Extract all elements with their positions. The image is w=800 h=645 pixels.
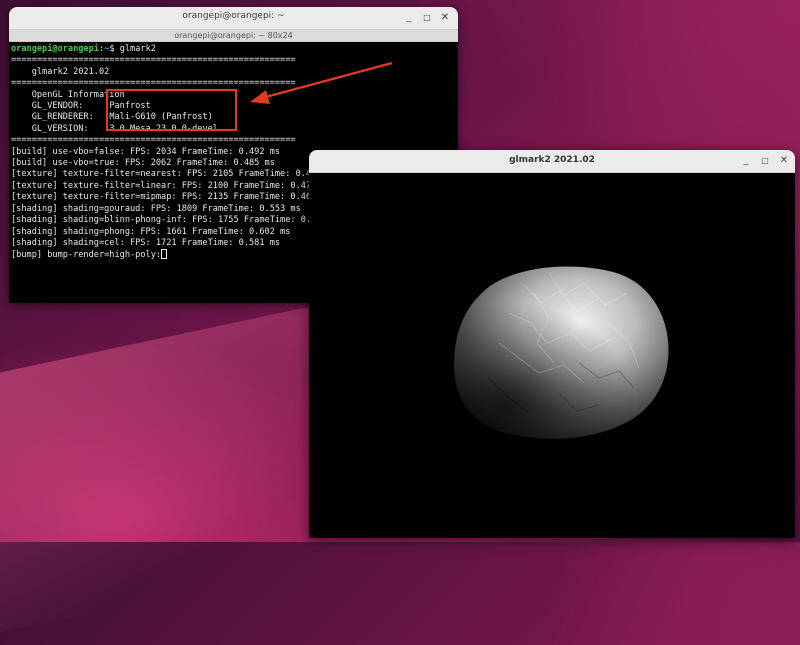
current-benchmark: [bump] bump-render=high-poly:: [11, 250, 162, 261]
close-button[interactable]: ✕: [777, 154, 791, 168]
maximize-button[interactable]: □: [420, 11, 434, 25]
separator-line: ========================================…: [11, 135, 296, 146]
gl-vendor-label: GL_VENDOR:: [11, 101, 110, 112]
terminal-titlebar[interactable]: orangepi@orangepi: ~ _ □ ✕: [9, 7, 458, 30]
render-canvas[interactable]: [309, 173, 795, 538]
maximize-button[interactable]: □: [758, 154, 772, 168]
terminal-tab[interactable]: orangepi@orangepi: ~ 80x24: [9, 30, 458, 42]
bump-mapped-asteroid-model: [454, 266, 669, 439]
command-text: glmark2: [119, 44, 156, 54]
glmark2-titlebar[interactable]: glmark2 2021.02 _ □ ✕: [309, 150, 795, 173]
text-cursor: [161, 249, 168, 260]
minimize-button[interactable]: _: [402, 11, 416, 25]
annotation-arrow-icon: [250, 61, 393, 104]
prompt-symbol: $: [109, 44, 120, 54]
prompt-user: orangepi@orangepi: [11, 44, 99, 54]
prompt-line: orangepi@orangepi:~$ glmark2: [11, 44, 456, 55]
glmark2-window[interactable]: glmark2 2021.02 _ □ ✕: [309, 150, 795, 538]
gl-version-label: GL_VERSION:: [11, 123, 110, 134]
close-button[interactable]: ✕: [438, 11, 452, 25]
terminal-title: orangepi@orangepi: ~: [182, 11, 285, 21]
highlight-annotation-box: [106, 89, 237, 131]
minimize-button[interactable]: _: [739, 154, 753, 168]
glmark2-title: glmark2 2021.02: [509, 155, 595, 165]
gl-renderer-label: GL_RENDERER:: [11, 112, 110, 123]
